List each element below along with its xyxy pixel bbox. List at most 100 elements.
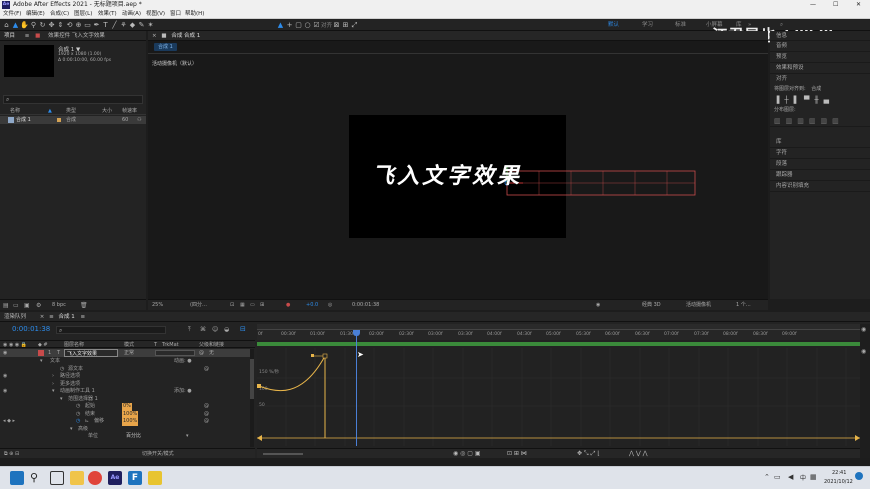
audio-panel[interactable]: 音频 xyxy=(770,41,870,52)
expand-icon[interactable]: ▾ xyxy=(60,396,63,404)
menu-icon[interactable]: ≡ xyxy=(49,314,54,320)
expression-icon[interactable]: @ xyxy=(204,418,209,426)
rectangle-tool-icon[interactable]: ▭ xyxy=(83,19,92,31)
dolly-tool-icon[interactable]: ⇕ xyxy=(56,19,65,31)
snapshot-icon[interactable]: ◎ xyxy=(328,300,332,311)
resolution-select[interactable]: (四分… xyxy=(190,300,207,311)
notification-icon[interactable] xyxy=(855,472,863,480)
pickwhip-icon[interactable]: @ xyxy=(199,349,204,357)
current-time[interactable]: 0:00:01:38 xyxy=(12,325,50,333)
workspace-standard[interactable]: 标准 xyxy=(675,19,686,31)
new-folder-icon[interactable]: ▭ xyxy=(13,302,19,309)
content-aware-fill-panel[interactable]: 内容识别填充 xyxy=(770,181,870,192)
brush-tool-icon[interactable]: ╱ xyxy=(110,19,119,31)
menu-layer[interactable]: 图层(L) xyxy=(74,10,92,19)
property-value[interactable]: 百分比 xyxy=(126,433,141,441)
motion-blur-icon[interactable]: ◒ xyxy=(224,326,229,333)
layer-mode-select[interactable]: 正常 xyxy=(124,349,134,357)
time-ruler[interactable]: 0f 00:30f 01:00f 01:30f 02:00f 02:30f 03… xyxy=(257,330,860,340)
maximize-button[interactable]: ☐ xyxy=(833,0,838,10)
menu-effect[interactable]: 效果(T) xyxy=(98,10,117,19)
lock-icon[interactable]: ■ xyxy=(35,33,40,39)
shy-icon[interactable]: ☺ xyxy=(212,326,218,333)
fit-icons[interactable]: ⊡ ⊞ ⋈ xyxy=(507,449,527,459)
menu-edit[interactable]: 编辑(E) xyxy=(26,10,45,19)
search-input[interactable]: ⌕ xyxy=(3,95,143,104)
property-row[interactable]: ◂ ◆ ▸ ◷ ⊾ 偏移 100% @ xyxy=(0,418,250,426)
menu-icon[interactable]: ≡ xyxy=(25,33,30,39)
color-icon[interactable]: ● xyxy=(286,300,290,311)
align-left-icon[interactable]: ▐ xyxy=(774,96,784,104)
right-scrollbar[interactable]: ◉ ◉ xyxy=(860,324,870,458)
expression-icon[interactable]: @ xyxy=(204,411,209,419)
property-row[interactable]: ▾ 范围选择器 1 xyxy=(0,396,250,404)
parent-select[interactable]: 无 xyxy=(209,349,214,357)
camera-snapshot-icon[interactable]: ◉ xyxy=(596,300,600,311)
renderer-select[interactable]: 经典 3D xyxy=(642,300,661,311)
clock-date[interactable]: 2021/10/12 xyxy=(824,479,853,485)
ime-lang[interactable]: 中 xyxy=(800,473,806,482)
flowchart-icon[interactable]: ⚇ xyxy=(137,116,141,124)
expand-icon[interactable]: › xyxy=(52,373,54,381)
pan-behind-tool-icon[interactable]: ⊕ xyxy=(74,19,83,31)
preview-panel[interactable]: 预览 xyxy=(770,52,870,63)
puppet-tool-icon[interactable]: ✶ xyxy=(146,19,155,31)
menu-animation[interactable]: 动画(A) xyxy=(122,10,141,19)
draft-3d-icon[interactable]: ⌘ xyxy=(200,326,206,333)
property-extra[interactable]: 动画: ● xyxy=(174,358,192,366)
camera-select[interactable]: 活动摄像机 xyxy=(686,300,711,311)
keyframe-handle[interactable] xyxy=(257,384,261,388)
property-row[interactable]: ◷ 起始 0% @ xyxy=(0,403,250,411)
menu-help[interactable]: 帮助(H) xyxy=(185,10,204,19)
selection-tool-icon[interactable]: ▲ xyxy=(11,19,20,31)
property-row[interactable]: ◷ 源文本 @ xyxy=(0,366,250,374)
clock-time[interactable]: 22:41 xyxy=(832,470,846,476)
mask-icon[interactable]: ▭ xyxy=(250,300,255,311)
keyframe-nav-icon[interactable]: ◂ ◆ ▸ xyxy=(3,418,15,426)
layer-scrollbar[interactable] xyxy=(250,349,254,447)
expand-collapse-icon[interactable]: ⧉ ⊕ ⊟ xyxy=(4,449,19,459)
zoom-out-icon[interactable]: ◉ xyxy=(861,348,866,355)
keyframe-tools-icons[interactable]: ✥ ⤡ ⤢ ⌊ xyxy=(577,449,600,459)
paragraph-panel[interactable]: 段落 xyxy=(770,159,870,170)
windows-start-icon[interactable] xyxy=(10,471,24,485)
playhead[interactable] xyxy=(353,330,360,446)
info-panel[interactable]: 信息 xyxy=(770,31,870,41)
expression-icon[interactable]: @ xyxy=(204,366,209,374)
layer-label-color[interactable] xyxy=(38,350,44,356)
col-size[interactable]: 大小 xyxy=(102,107,112,115)
snap-grid-icon[interactable]: ⊞ xyxy=(341,19,350,31)
minimize-button[interactable]: — xyxy=(810,0,816,10)
file-explorer-icon[interactable] xyxy=(70,471,84,485)
menu-composition[interactable]: 合成(C) xyxy=(50,10,69,19)
close-tab-icon[interactable]: × xyxy=(40,314,45,320)
property-row[interactable]: 单位 百分比 ▾ xyxy=(0,433,250,441)
distribute-icon[interactable]: ▥▥▥▥▥▥ xyxy=(774,117,844,125)
library-panel[interactable]: 库 xyxy=(770,137,870,148)
property-row[interactable]: ▾ 高级 xyxy=(0,426,250,434)
align-top-icon[interactable]: ▀ xyxy=(804,96,814,104)
property-row[interactable]: ▾ 文本 动画: ● xyxy=(0,358,250,366)
property-row[interactable]: ◷ 结束 100% @ xyxy=(0,410,250,419)
eraser-tool-icon[interactable]: ◆ xyxy=(128,19,137,31)
snap-checkbox-icon[interactable]: ☑ xyxy=(312,19,321,31)
project-item-row[interactable]: 合成 1 合成 60 ⚇ xyxy=(0,116,146,124)
align-vcenter-icon[interactable]: ╫ xyxy=(814,96,823,104)
delete-icon[interactable]: 🗑 xyxy=(80,302,88,309)
ease-icons[interactable]: ⋀ ⋁ ⋀ xyxy=(629,449,648,459)
rotate-tool-icon[interactable]: ⟲ xyxy=(65,19,74,31)
home-icon[interactable]: ⌂ xyxy=(2,19,11,31)
keyframe-handle[interactable] xyxy=(322,353,328,359)
visibility-icon[interactable]: ◉ xyxy=(3,373,7,381)
col-name[interactable]: 名称 xyxy=(10,107,20,115)
property-row[interactable]: ◉ ▾ 动画制作工具 1 添加: ● xyxy=(0,388,250,396)
property-extra[interactable]: 添加: ● xyxy=(174,388,192,396)
stopwatch-icon[interactable]: ◷ xyxy=(76,411,80,419)
close-button[interactable]: ✕ xyxy=(856,0,861,10)
effects-presets-panel[interactable]: 效果和预设 xyxy=(770,63,870,74)
project-tab[interactable]: 项目 xyxy=(4,33,15,39)
graph-canvas[interactable]: 150 %/秒 100 50 xyxy=(257,348,860,446)
volume-icon[interactable]: ◀ xyxy=(788,473,793,481)
viewer-timecode[interactable]: 0:00:01:38 xyxy=(352,300,379,311)
expand-icon[interactable]: › xyxy=(52,381,54,389)
